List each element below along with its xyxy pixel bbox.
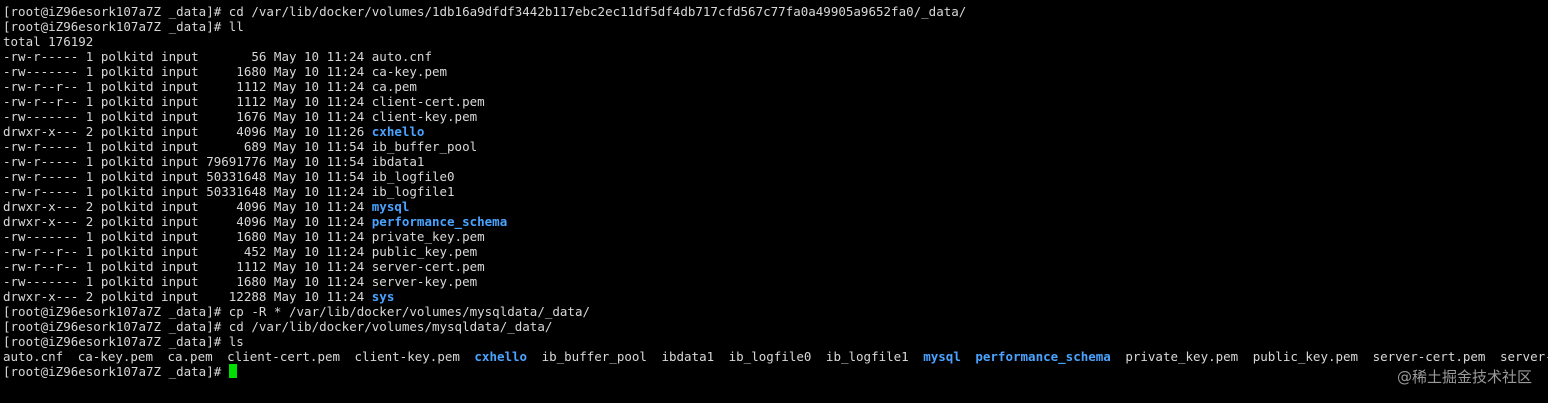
- file-name: public_key.pem: [371, 244, 478, 259]
- command-line: [root@iZ96esork107a7Z _data]# cd /var/li…: [3, 319, 1548, 334]
- file-listing-row: -rw-r--r-- 1 polkitd input 452 May 10 11…: [3, 244, 1548, 259]
- file-name: server-cert.pem: [371, 259, 485, 274]
- terminal-window[interactable]: [root@iZ96esork107a7Z _data]# cd /var/li…: [0, 0, 1548, 403]
- file-meta: -rw-r----- 1 polkitd input 50331648 May …: [3, 169, 372, 184]
- file-listing-row: -rw------- 1 polkitd input 1680 May 10 1…: [3, 274, 1548, 289]
- file-listing-row: -rw------- 1 polkitd input 1680 May 10 1…: [3, 64, 1548, 79]
- file-listing-row: drwxr-x--- 2 polkitd input 4096 May 10 1…: [3, 124, 1548, 139]
- file-listing-row: -rw-r--r-- 1 polkitd input 1112 May 10 1…: [3, 259, 1548, 274]
- directory-name: performance_schema: [371, 214, 508, 229]
- ls-file: ca-key.pem: [77, 349, 153, 364]
- command-line: [root@iZ96esork107a7Z _data]# cd /var/li…: [3, 4, 1548, 19]
- command-text: ls: [228, 334, 244, 349]
- file-listing-row: -rw------- 1 polkitd input 1680 May 10 1…: [3, 229, 1548, 244]
- file-name: ib_logfile0: [371, 169, 455, 184]
- file-meta: -rw-r--r-- 1 polkitd input 1112 May 10 1…: [3, 79, 372, 94]
- directory-name: cxhello: [371, 124, 425, 139]
- file-meta: -rw------- 1 polkitd input 1676 May 10 1…: [3, 109, 372, 124]
- shell-prompt: [root@iZ96esork107a7Z _data]#: [3, 304, 229, 319]
- file-meta: drwxr-x--- 2 polkitd input 4096 May 10 1…: [3, 124, 372, 139]
- file-meta: -rw-r----- 1 polkitd input 689 May 10 11…: [3, 139, 372, 154]
- file-listing-row: drwxr-x--- 2 polkitd input 4096 May 10 1…: [3, 214, 1548, 229]
- directory-name: sys: [371, 289, 395, 304]
- file-name: client-cert.pem: [371, 94, 485, 109]
- file-name: ib_buffer_pool: [371, 139, 478, 154]
- ls-file: client-cert.pem: [227, 349, 341, 364]
- cursor[interactable]: [228, 364, 237, 378]
- file-name: client-key.pem: [371, 109, 478, 124]
- ls-file: ca.pem: [167, 349, 213, 364]
- file-meta: drwxr-x--- 2 polkitd input 12288 May 10 …: [3, 289, 372, 304]
- command-text: ll: [228, 19, 244, 34]
- file-listing-row: -rw------- 1 polkitd input 1676 May 10 1…: [3, 109, 1548, 124]
- directory-name: mysql: [371, 199, 410, 214]
- file-meta: -rw-r--r-- 1 polkitd input 1112 May 10 1…: [3, 94, 372, 109]
- shell-prompt: [root@iZ96esork107a7Z _data]#: [3, 4, 229, 19]
- shell-prompt: [root@iZ96esork107a7Z _data]#: [3, 319, 229, 334]
- file-listing-row: -rw-r----- 1 polkitd input 79691776 May …: [3, 154, 1548, 169]
- active-prompt-line[interactable]: [root@iZ96esork107a7Z _data]#: [3, 364, 1548, 379]
- ls-output: auto.cnf ca-key.pem ca.pem client-cert.pem c…: [3, 349, 1548, 364]
- file-listing-row: -rw-r--r-- 1 polkitd input 1112 May 10 1…: [3, 94, 1548, 109]
- file-name: private_key.pem: [371, 229, 485, 244]
- ls-file: auto.cnf: [3, 349, 64, 364]
- ls-directory: performance_schema: [975, 349, 1111, 364]
- command-line: [root@iZ96esork107a7Z _data]# ls: [3, 334, 1548, 349]
- ls-file: server-cert.pem: [1372, 349, 1486, 364]
- ls-file: ib_logfile1: [825, 349, 909, 364]
- file-listing: -rw-r----- 1 polkitd input 56 May 10 11:…: [3, 49, 1548, 304]
- ls-file: ib_buffer_pool: [541, 349, 647, 364]
- ls-file: public_key.pem: [1252, 349, 1359, 364]
- file-meta: -rw------- 1 polkitd input 1680 May 10 1…: [3, 274, 372, 289]
- file-listing-row: drwxr-x--- 2 polkitd input 4096 May 10 1…: [3, 199, 1548, 214]
- shell-prompt: [root@iZ96esork107a7Z _data]#: [3, 364, 229, 379]
- ls-directory: cxhello: [474, 349, 528, 364]
- command-line: [root@iZ96esork107a7Z _data]# ll: [3, 19, 1548, 34]
- command-line: [root@iZ96esork107a7Z _data]# cp -R * /v…: [3, 304, 1548, 319]
- file-meta: -rw------- 1 polkitd input 1680 May 10 1…: [3, 229, 372, 244]
- file-listing-row: -rw-r--r-- 1 polkitd input 1112 May 10 1…: [3, 79, 1548, 94]
- command-text: cd /var/lib/docker/volumes/1db16a9dfdf34…: [228, 4, 967, 19]
- file-listing-row: drwxr-x--- 2 polkitd input 12288 May 10 …: [3, 289, 1548, 304]
- ls-directory: mysql: [923, 349, 961, 364]
- file-name: ca.pem: [371, 79, 417, 94]
- shell-prompt: [root@iZ96esork107a7Z _data]#: [3, 19, 229, 34]
- ls-file: ib_logfile0: [728, 349, 812, 364]
- file-meta: -rw-r--r-- 1 polkitd input 452 May 10 11…: [3, 244, 372, 259]
- command-text: cd /var/lib/docker/volumes/mysqldata/_da…: [228, 319, 553, 334]
- file-name: ca-key.pem: [371, 64, 448, 79]
- file-meta: -rw------- 1 polkitd input 1680 May 10 1…: [3, 64, 372, 79]
- file-name: ibdata1: [371, 154, 425, 169]
- file-meta: drwxr-x--- 2 polkitd input 4096 May 10 1…: [3, 214, 372, 229]
- file-listing-row: -rw-r----- 1 polkitd input 56 May 10 11:…: [3, 49, 1548, 64]
- file-meta: -rw-r----- 1 polkitd input 79691776 May …: [3, 154, 372, 169]
- command-text: cp -R * /var/lib/docker/volumes/mysqldat…: [228, 304, 591, 319]
- ls-file: server-key.pem: [1499, 349, 1548, 364]
- file-meta: drwxr-x--- 2 polkitd input 4096 May 10 1…: [3, 199, 372, 214]
- file-meta: -rw-r--r-- 1 polkitd input 1112 May 10 1…: [3, 259, 372, 274]
- file-meta: -rw-r----- 1 polkitd input 50331648 May …: [3, 184, 372, 199]
- ls-file: private_key.pem: [1125, 349, 1239, 364]
- watermark: @稀土掘金技术社区: [1396, 368, 1532, 386]
- shell-prompt: [root@iZ96esork107a7Z _data]#: [3, 334, 229, 349]
- file-meta: -rw-r----- 1 polkitd input 56 May 10 11:…: [3, 49, 372, 64]
- ls-file: ibdata1: [661, 349, 715, 364]
- file-listing-row: -rw-r----- 1 polkitd input 689 May 10 11…: [3, 139, 1548, 154]
- total-line: total 176192: [3, 34, 94, 49]
- file-listing-row: -rw-r----- 1 polkitd input 50331648 May …: [3, 184, 1548, 199]
- ls-file: client-key.pem: [354, 349, 460, 364]
- file-name: ib_logfile1: [371, 184, 455, 199]
- file-listing-row: -rw-r----- 1 polkitd input 50331648 May …: [3, 169, 1548, 184]
- file-name: server-key.pem: [371, 274, 478, 289]
- file-name: auto.cnf: [371, 49, 432, 64]
